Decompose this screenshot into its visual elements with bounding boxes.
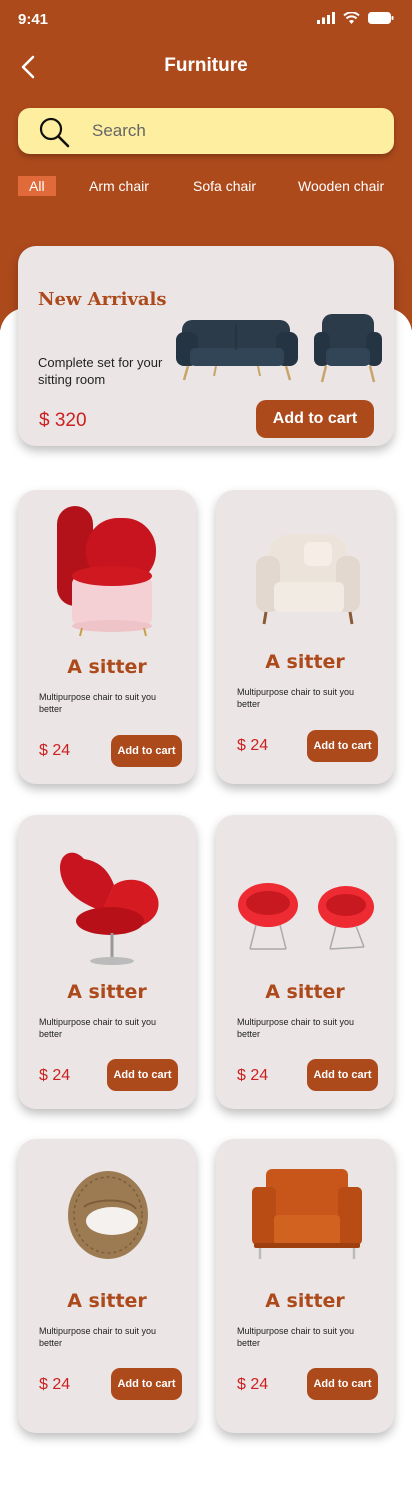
add-to-cart-button[interactable]: Add to cart <box>111 735 182 767</box>
product-name: A sitter <box>265 1290 345 1312</box>
product-name: A sitter <box>67 981 147 1003</box>
product-description: Multipurpose chair to suit you better <box>39 692 157 714</box>
product-price: $ 24 <box>237 737 269 754</box>
product-name: A sitter <box>67 1290 147 1312</box>
red-heart-chair-image <box>60 852 159 965</box>
add-to-cart-button[interactable]: Add to cart <box>107 1059 178 1091</box>
product-card[interactable]: A sitter Multipurpose chair to suit you … <box>216 490 394 784</box>
featured-add-to-cart-button[interactable]: Add to cart <box>256 400 374 438</box>
filter-chip-sofa-chair[interactable]: Sofa chair <box>193 176 256 196</box>
status-time: 9:41 <box>18 11 49 28</box>
product-name: A sitter <box>67 656 147 678</box>
featured-title: New Arrivals <box>38 289 167 310</box>
red-pink-armchair-image <box>57 506 156 637</box>
product-price: $ 24 <box>39 1067 71 1084</box>
product-card[interactable]: A sitter Multipurpose chair to suit you … <box>18 815 196 1109</box>
search-bar[interactable] <box>18 108 394 154</box>
product-card[interactable]: A sitter Multipurpose chair to suit you … <box>216 815 394 1109</box>
page-title: Furniture <box>164 55 248 76</box>
cream-armchair-image <box>256 534 360 625</box>
add-to-cart-button[interactable]: Add to cart <box>307 730 378 762</box>
wicker-chair-image <box>68 1171 148 1259</box>
filter-chip-wooden-chair[interactable]: Wooden chair <box>298 176 384 196</box>
product-description: Multipurpose chair to suit you better <box>39 1017 157 1039</box>
signal-icon <box>317 12 335 24</box>
product-card[interactable]: A sitter Multipurpose chair to suit you … <box>18 1139 196 1433</box>
filter-chip-all[interactable]: All <box>18 176 56 196</box>
product-card[interactable]: A sitter Multipurpose chair to suit you … <box>18 490 196 784</box>
product-card[interactable]: A sitter Multipurpose chair to suit you … <box>216 1139 394 1433</box>
add-to-cart-button[interactable]: Add to cart <box>111 1368 182 1400</box>
product-name: A sitter <box>265 651 345 673</box>
product-description: Multipurpose chair to suit you better <box>237 687 355 709</box>
product-description: Multipurpose chair to suit you better <box>39 1326 157 1348</box>
wifi-icon <box>343 12 360 24</box>
search-icon <box>39 117 70 148</box>
product-price: $ 24 <box>237 1067 269 1084</box>
category-filters: All Arm chair Sofa chair Wooden chair <box>18 176 408 196</box>
orange-armchair-image <box>252 1169 362 1259</box>
product-price: $ 24 <box>39 742 71 759</box>
filter-chip-arm-chair[interactable]: Arm chair <box>89 176 149 196</box>
status-bar: 9:41 <box>0 0 412 40</box>
search-input[interactable] <box>92 116 372 146</box>
add-to-cart-button[interactable]: Add to cart <box>307 1368 378 1400</box>
add-to-cart-button[interactable]: Add to cart <box>307 1059 378 1091</box>
red-bowl-chairs-image <box>238 883 374 950</box>
featured-description: Complete set for your sitting room <box>38 355 163 387</box>
product-price: $ 24 <box>39 1376 71 1393</box>
sofa-set-image <box>176 314 382 383</box>
battery-icon <box>368 12 394 24</box>
product-price: $ 24 <box>237 1376 269 1393</box>
status-icons <box>317 12 394 24</box>
featured-price: $ 320 <box>39 410 87 431</box>
product-description: Multipurpose chair to suit you better <box>237 1326 355 1348</box>
new-arrivals-card[interactable]: New Arrivals Complete set for your sitti… <box>18 246 394 446</box>
product-name: A sitter <box>265 981 345 1003</box>
product-description: Multipurpose chair to suit you better <box>237 1017 355 1039</box>
